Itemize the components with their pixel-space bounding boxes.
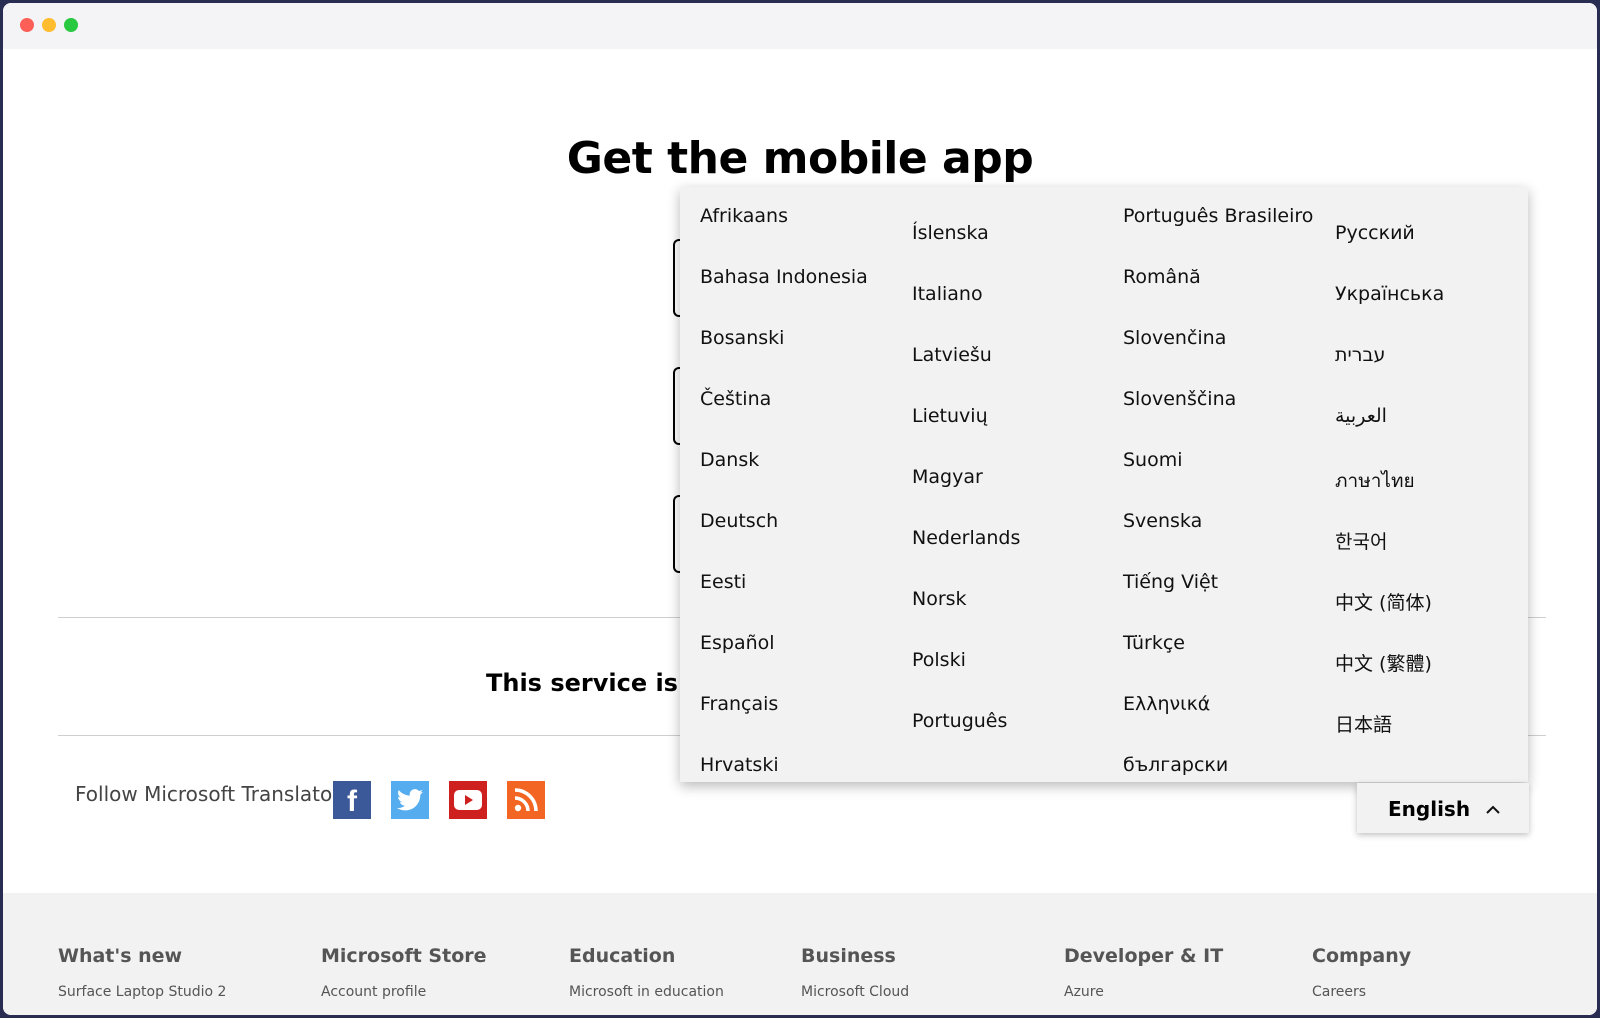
- language-option[interactable]: 日本語: [1335, 710, 1392, 737]
- language-option[interactable]: Eesti: [700, 571, 746, 593]
- minimize-window-button[interactable]: [42, 18, 56, 32]
- language-option[interactable]: Türkçe: [1123, 632, 1185, 654]
- language-option[interactable]: Italiano: [912, 283, 983, 305]
- language-option[interactable]: Slovenčina: [1123, 327, 1226, 349]
- language-option[interactable]: العربية: [1335, 405, 1387, 427]
- follow-label: Follow Microsoft Translator: [75, 782, 341, 806]
- language-option[interactable]: Português Brasileiro: [1123, 205, 1313, 227]
- language-option[interactable]: Français: [700, 693, 778, 715]
- language-option[interactable]: 中文 (繁體): [1335, 649, 1432, 676]
- language-option[interactable]: Português: [912, 710, 1007, 732]
- footer-link[interactable]: Microsoft Cloud: [801, 984, 909, 1000]
- language-option[interactable]: Latviešu: [912, 344, 992, 366]
- language-option[interactable]: 한국어: [1335, 527, 1387, 554]
- language-option[interactable]: Español: [700, 632, 775, 654]
- language-dropdown-menu: Afrikaans Bahasa Indonesia Bosanski Češt…: [680, 187, 1528, 782]
- language-option[interactable]: Bahasa Indonesia: [700, 266, 868, 288]
- footer-link[interactable]: Microsoft in education: [569, 984, 724, 1000]
- footer-column: Company Careers: [1312, 945, 1411, 1000]
- language-option[interactable]: Čeština: [700, 388, 771, 410]
- language-option[interactable]: Deutsch: [700, 510, 778, 532]
- language-option[interactable]: 中文 (简体): [1335, 588, 1432, 615]
- language-option[interactable]: Ελληνικά: [1123, 693, 1210, 715]
- youtube-icon[interactable]: [449, 781, 487, 819]
- language-option[interactable]: Íslenska: [912, 222, 989, 244]
- language-option[interactable]: Magyar: [912, 466, 983, 488]
- language-selector-button[interactable]: English: [1357, 783, 1529, 833]
- language-option[interactable]: Українська: [1335, 283, 1444, 305]
- footer-heading: Business: [801, 945, 896, 967]
- language-option[interactable]: Lietuvių: [912, 405, 988, 427]
- facebook-icon[interactable]: f: [333, 781, 371, 819]
- footer-link[interactable]: Account profile: [321, 984, 487, 1000]
- footer-link[interactable]: Careers: [1312, 984, 1411, 1000]
- footer-link[interactable]: Surface Laptop Studio 2: [58, 984, 226, 1000]
- language-option[interactable]: български: [1123, 754, 1228, 776]
- twitter-icon[interactable]: [391, 781, 429, 819]
- footer-column: Business Microsoft Cloud: [801, 945, 909, 1000]
- footer-heading: Company: [1312, 945, 1412, 967]
- footer-column: Developer & IT Azure: [1064, 945, 1223, 1000]
- close-window-button[interactable]: [20, 18, 34, 32]
- language-option[interactable]: Suomi: [1123, 449, 1183, 471]
- language-option[interactable]: Tiếng Việt: [1123, 571, 1218, 593]
- language-option[interactable]: עברית: [1335, 344, 1385, 366]
- window-titlebar: [3, 3, 1597, 49]
- language-option[interactable]: Română: [1123, 266, 1201, 288]
- selected-language-label: English: [1388, 797, 1471, 821]
- language-option[interactable]: Dansk: [700, 449, 759, 471]
- language-option[interactable]: Bosanski: [700, 327, 784, 349]
- footer-column: Education Microsoft in education: [569, 945, 724, 1000]
- language-option[interactable]: Hrvatski: [700, 754, 779, 776]
- footer-link[interactable]: Azure: [1064, 984, 1223, 1000]
- language-option[interactable]: Polski: [912, 649, 966, 671]
- footer-heading: Microsoft Store: [321, 945, 487, 967]
- footer-column: Microsoft Store Account profile: [321, 945, 487, 1000]
- language-option[interactable]: Nederlands: [912, 527, 1020, 549]
- language-option[interactable]: Norsk: [912, 588, 967, 610]
- footer-column: What's new Surface Laptop Studio 2: [58, 945, 226, 1000]
- language-option[interactable]: ภาษาไทย: [1335, 466, 1415, 496]
- chevron-up-icon: [1485, 800, 1501, 819]
- footer-heading: What's new: [58, 945, 183, 967]
- footer-heading: Education: [569, 945, 676, 967]
- rss-icon[interactable]: [507, 781, 545, 819]
- browser-window: Get the mobile app This service is p Fol…: [3, 3, 1597, 1015]
- maximize-window-button[interactable]: [64, 18, 78, 32]
- service-notice: This service is p: [486, 669, 704, 697]
- footer-heading: Developer & IT: [1064, 945, 1224, 967]
- page-title: Get the mobile app: [566, 133, 1034, 184]
- language-option[interactable]: Afrikaans: [700, 205, 788, 227]
- language-option[interactable]: Svenska: [1123, 510, 1202, 532]
- site-footer: What's new Surface Laptop Studio 2 Micro…: [3, 893, 1597, 1015]
- language-option[interactable]: Русский: [1335, 222, 1415, 244]
- language-option[interactable]: Slovenščina: [1123, 388, 1236, 410]
